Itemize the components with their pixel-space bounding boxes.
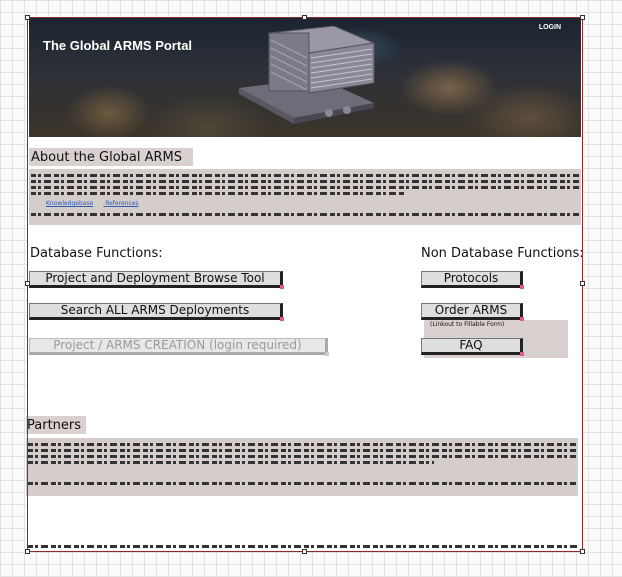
partners-text-line bbox=[28, 482, 576, 485]
resize-handle-top[interactable] bbox=[302, 15, 307, 20]
partners-text-line bbox=[28, 449, 576, 452]
partners-text-line bbox=[28, 443, 576, 446]
resize-marker bbox=[520, 352, 524, 356]
faq-button-label: FAQ bbox=[459, 338, 483, 352]
site-title: The Global ARMS Portal bbox=[43, 38, 193, 53]
resize-marker bbox=[325, 352, 329, 356]
header-banner: The Global ARMS Portal LOGIN bbox=[29, 18, 581, 137]
about-text-block bbox=[29, 169, 581, 225]
fillable-form-note: (Linkout to Fillable Form) bbox=[430, 321, 505, 328]
order-arms-button-label: Order ARMS bbox=[434, 303, 508, 317]
browse-tool-button-label: Project and Deployment Browse Tool bbox=[45, 271, 265, 285]
resize-handle-right[interactable] bbox=[580, 281, 585, 286]
references-link[interactable]: References bbox=[105, 200, 138, 207]
non-database-functions-heading: Non Database Functions: bbox=[421, 246, 584, 261]
partners-text-block bbox=[26, 438, 578, 496]
partners-text-line bbox=[28, 461, 434, 464]
about-links: Knowledgebase References bbox=[46, 200, 149, 207]
resize-marker bbox=[280, 285, 284, 289]
resize-handle-bottom[interactable] bbox=[302, 549, 307, 554]
browse-tool-button[interactable]: Project and Deployment Browse Tool bbox=[29, 271, 284, 289]
database-functions-heading: Database Functions: bbox=[30, 246, 163, 261]
search-deployments-button[interactable]: Search ALL ARMS Deployments bbox=[29, 303, 284, 321]
footer-text-line bbox=[28, 545, 580, 548]
protocols-button[interactable]: Protocols bbox=[421, 271, 524, 289]
resize-marker bbox=[520, 285, 524, 289]
protocols-button-label: Protocols bbox=[443, 271, 499, 285]
arms-creation-button[interactable]: Project / ARMS CREATION (login required) bbox=[29, 338, 329, 356]
order-arms-button[interactable]: Order ARMS bbox=[421, 303, 524, 321]
resize-handle-top-right[interactable] bbox=[580, 15, 585, 20]
partners-text-line bbox=[28, 455, 576, 458]
about-text-line bbox=[31, 192, 404, 195]
about-text-line bbox=[31, 186, 579, 189]
arms-unit-image bbox=[239, 25, 376, 124]
resize-handle-top-left[interactable] bbox=[25, 15, 30, 20]
resize-marker bbox=[280, 317, 284, 321]
partners-heading: Partners bbox=[27, 418, 82, 433]
about-text-line bbox=[31, 180, 579, 183]
about-text-line bbox=[31, 174, 579, 177]
search-deployments-button-label: Search ALL ARMS Deployments bbox=[60, 303, 250, 317]
resize-marker bbox=[520, 317, 524, 321]
resize-handle-left[interactable] bbox=[25, 281, 30, 286]
arms-creation-button-label: Project / ARMS CREATION (login required) bbox=[53, 338, 302, 352]
resize-handle-bottom-left[interactable] bbox=[25, 549, 30, 554]
about-text-line bbox=[31, 213, 579, 216]
login-link[interactable]: LOGIN bbox=[539, 24, 561, 31]
faq-button[interactable]: FAQ bbox=[421, 338, 524, 356]
about-heading: About the Global ARMS bbox=[31, 150, 183, 165]
knowledgebase-link[interactable]: Knowledgebase bbox=[46, 200, 93, 207]
resize-handle-bottom-right[interactable] bbox=[580, 549, 585, 554]
